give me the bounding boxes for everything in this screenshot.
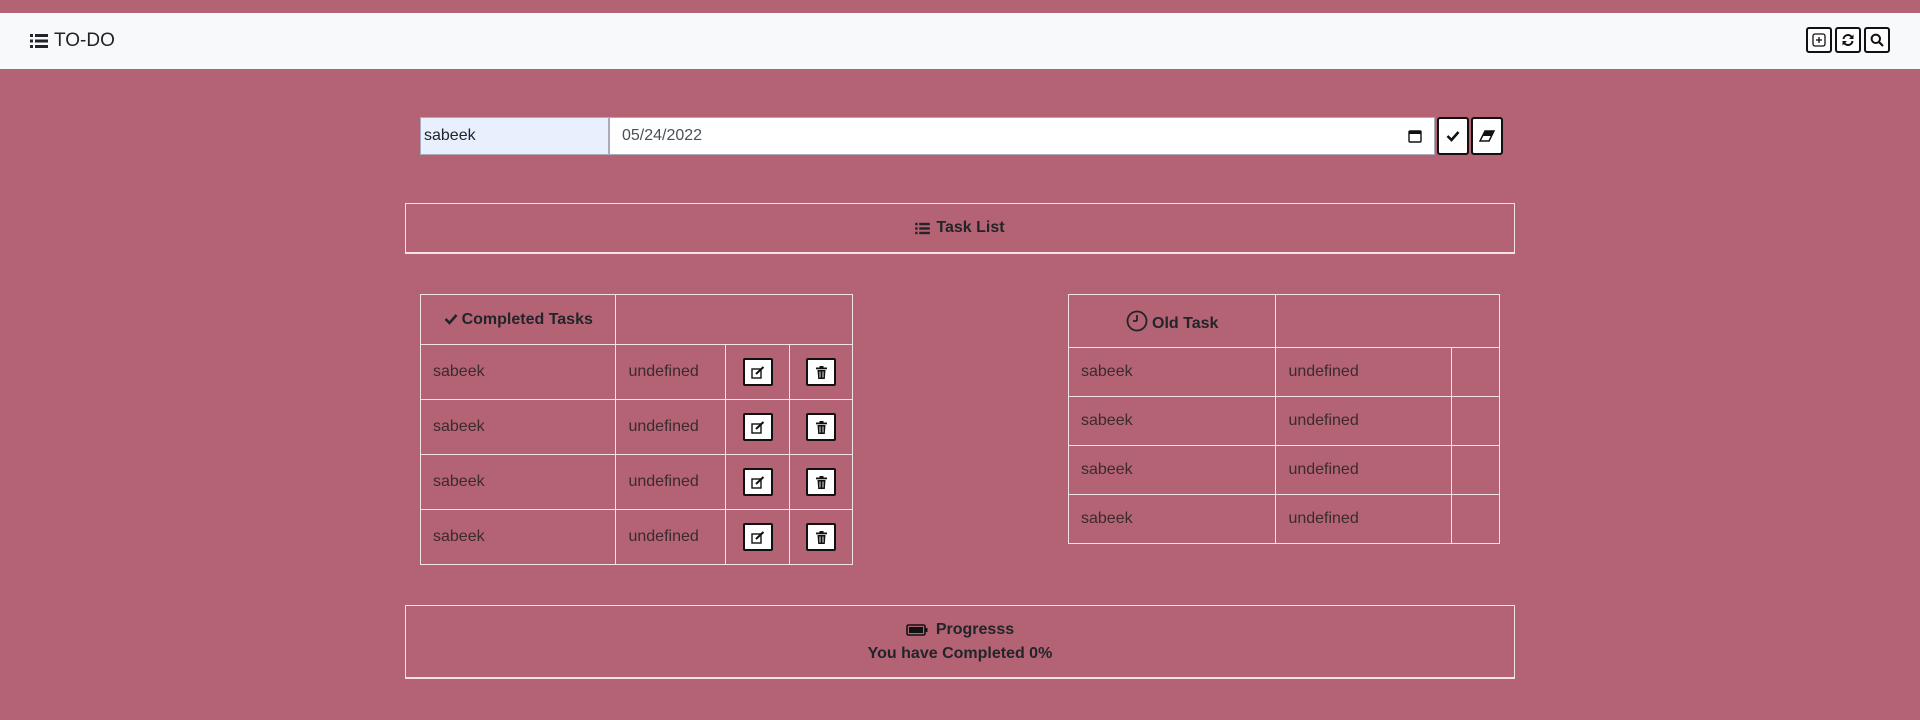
- brand-title: TO-DO: [54, 30, 115, 51]
- task-name: sabeek: [419, 399, 617, 455]
- refresh-icon: [1842, 34, 1854, 46]
- table-row: sabeek undefined: [419, 344, 853, 400]
- table-row: sabeek undefined: [419, 509, 853, 565]
- trash-icon: [815, 530, 827, 544]
- trash-icon: [815, 365, 827, 379]
- task-name: sabeek: [1067, 347, 1277, 397]
- delete-button[interactable]: [806, 358, 837, 386]
- progress-message: You have Completed 0%: [867, 644, 1053, 662]
- date-input[interactable]: 05/24/2022: [609, 117, 1435, 155]
- edit-icon: [751, 530, 764, 544]
- check-icon: [1446, 131, 1460, 142]
- completed-tasks-table: Completed Tasks sabeek undefined sabeek …: [419, 294, 853, 565]
- table-row: sabeek undefined: [419, 454, 853, 510]
- empty-cell: [1451, 445, 1500, 495]
- progress-title: Progresss: [935, 620, 1015, 638]
- task-name: sabeek: [1067, 494, 1277, 544]
- trash-icon: [815, 420, 827, 434]
- eraser-icon: [1479, 130, 1495, 142]
- progress-panel: Progresss You have Completed 0%: [405, 605, 1515, 678]
- edit-button[interactable]: [742, 468, 773, 496]
- date-value: 05/24/2022: [622, 127, 703, 144]
- header-spacer: [1275, 294, 1500, 348]
- task-date: undefined: [615, 509, 727, 565]
- list-icon: [915, 222, 931, 234]
- empty-cell: [1451, 494, 1500, 544]
- brand[interactable]: TO-DO: [30, 13, 115, 69]
- refresh-button[interactable]: [1835, 27, 1861, 53]
- trash-icon: [815, 475, 827, 489]
- table-header-row: Old Task: [1067, 294, 1500, 348]
- edit-button[interactable]: [742, 523, 773, 551]
- task-list-title: Task List: [936, 219, 1005, 236]
- table-header-row: Completed Tasks: [419, 294, 853, 345]
- task-form: 05/24/2022: [420, 117, 1503, 155]
- delete-button[interactable]: [806, 413, 837, 441]
- old-task-header: Old Task: [1067, 294, 1277, 348]
- task-date: undefined: [1275, 396, 1453, 446]
- completed-tasks-header: Completed Tasks: [419, 294, 617, 345]
- list-icon: [30, 34, 48, 48]
- edit-icon: [751, 365, 764, 379]
- task-date: undefined: [615, 454, 727, 510]
- task-name-input[interactable]: [420, 117, 609, 155]
- table-row: sabeek undefined: [1067, 494, 1500, 544]
- task-name: sabeek: [419, 454, 617, 510]
- table-row: sabeek undefined: [1067, 396, 1500, 446]
- delete-button[interactable]: [806, 468, 837, 496]
- clear-button[interactable]: [1471, 117, 1503, 155]
- calendar-icon[interactable]: [1408, 129, 1422, 143]
- edit-icon: [751, 420, 764, 434]
- task-list-panel: Task List: [405, 203, 1515, 253]
- task-date: undefined: [1275, 347, 1453, 397]
- old-task-title: Old Task: [1152, 314, 1219, 332]
- add-button[interactable]: [1806, 27, 1832, 53]
- clock-icon: [1126, 310, 1148, 331]
- table-row: sabeek undefined: [419, 399, 853, 455]
- task-list-heading: Task List: [406, 204, 1514, 252]
- check-icon: [444, 313, 458, 325]
- search-icon: [1870, 33, 1884, 47]
- task-name: sabeek: [419, 344, 617, 400]
- task-name: sabeek: [1067, 396, 1277, 446]
- task-date: undefined: [1275, 445, 1453, 495]
- navbar: TO-DO: [0, 13, 1920, 69]
- add-icon: [1812, 33, 1826, 47]
- task-date: undefined: [615, 344, 727, 400]
- edit-button[interactable]: [742, 358, 773, 386]
- table-row: sabeek undefined: [1067, 347, 1500, 397]
- delete-button[interactable]: [806, 523, 837, 551]
- edit-icon: [751, 475, 764, 489]
- task-name: sabeek: [1067, 445, 1277, 495]
- completed-tasks-title: Completed Tasks: [461, 310, 593, 328]
- table-row: sabeek undefined: [1067, 445, 1500, 495]
- battery-icon: [906, 623, 928, 636]
- task-date: undefined: [1275, 494, 1453, 544]
- search-button[interactable]: [1864, 27, 1890, 53]
- task-date: undefined: [615, 399, 727, 455]
- header-spacer: [615, 294, 853, 345]
- empty-cell: [1451, 347, 1500, 397]
- progress-heading: Progresss: [906, 621, 1014, 639]
- submit-button[interactable]: [1437, 117, 1469, 155]
- empty-cell: [1451, 396, 1500, 446]
- task-name: sabeek: [419, 509, 617, 565]
- edit-button[interactable]: [742, 413, 773, 441]
- old-tasks-table: Old Task sabeek undefined sabeek undefin…: [1067, 294, 1500, 544]
